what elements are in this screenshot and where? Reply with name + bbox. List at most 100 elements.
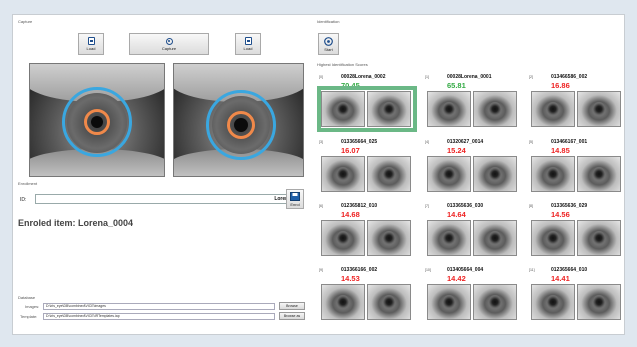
result-index: [7]	[425, 204, 429, 208]
iris-thumbnail	[577, 91, 621, 127]
iris-thumbnail	[427, 284, 471, 320]
iris-thumbnail	[473, 284, 517, 320]
result-item[interactable]: [8] 013365636_029 14.56	[527, 202, 625, 262]
result-score: 65.81	[447, 81, 466, 90]
result-score: 16.86	[551, 81, 570, 90]
result-score: 14.85	[551, 146, 570, 155]
iris-thumbnail	[321, 220, 365, 256]
left-eye-image	[29, 63, 165, 177]
result-name: 00028Lorena_0001	[447, 74, 492, 80]
result-name: 012365812_010	[341, 203, 378, 209]
result-item[interactable]: [10] 013405664_004 14.42	[423, 266, 521, 326]
enrollment-section-label: Enrollment	[18, 181, 38, 186]
iris-thumbnail	[531, 156, 575, 192]
best-match-highlight	[317, 86, 417, 132]
enrol-button[interactable]: Enrol	[286, 189, 304, 209]
result-item[interactable]: [5] 013466167_001 14.85	[527, 138, 625, 198]
template-label: Template:	[20, 314, 38, 319]
load-left-button[interactable]: Load	[78, 33, 104, 55]
start-button[interactable]: Start	[318, 33, 339, 55]
iris-thumbnail	[367, 156, 411, 192]
load-left-label: Load	[86, 46, 96, 51]
enrolled-message: Enroled item: Lorena_0004	[18, 218, 134, 228]
iris-thumbnail	[577, 284, 621, 320]
template-path-field[interactable]: D:\iris_eye\DB\combined\VICE\IRTemplates…	[43, 313, 275, 320]
enrol-label: Enrol	[290, 201, 300, 207]
iris-thumbnail	[473, 156, 517, 192]
identification-section-label: Identification	[317, 19, 340, 24]
result-item[interactable]: [4] 01320627_0014 15.24	[423, 138, 521, 198]
id-input[interactable]: Lorena	[35, 194, 295, 204]
load-right-label: Load	[243, 46, 253, 51]
result-name: 013365664_025	[341, 139, 378, 145]
result-name: 013466586_002	[551, 74, 588, 80]
app-window: Capture Load Capture Load Enrollment ID:…	[12, 14, 625, 335]
result-index: [3]	[319, 140, 323, 144]
result-score: 14.56	[551, 210, 570, 219]
result-score: 16.07	[341, 146, 360, 155]
result-name: 00028Lorena_0002	[341, 74, 386, 80]
result-name: 012365664_010	[551, 267, 588, 273]
result-item[interactable]: [2] 013466586_002 16.86	[527, 73, 625, 133]
iris-thumbnail	[367, 220, 411, 256]
result-score: 14.41	[551, 274, 570, 283]
save-icon	[290, 191, 300, 201]
iris-thumbnail	[531, 284, 575, 320]
result-index: [0]	[319, 75, 323, 79]
iris-thumbnail	[577, 156, 621, 192]
iris-thumbnail	[577, 220, 621, 256]
result-name: 01320627_0014	[447, 139, 484, 145]
start-label: Start	[324, 46, 333, 52]
camera-icon	[165, 37, 173, 45]
result-index: [5]	[529, 140, 533, 144]
images-path-field[interactable]: D:\iris_eye\DB\combined\VICE\images	[43, 303, 275, 310]
target-icon	[324, 36, 333, 46]
result-name: 013365636_030	[447, 203, 484, 209]
iris-thumbnail	[473, 91, 517, 127]
iris-thumbnail	[427, 220, 471, 256]
result-score: 14.53	[341, 274, 360, 283]
result-score: 14.64	[447, 210, 466, 219]
result-item[interactable]: [6] 012365812_010 14.68	[317, 202, 415, 262]
iris-thumbnail	[427, 156, 471, 192]
result-name: 013405664_004	[447, 267, 484, 273]
result-name: 013366166_002	[341, 267, 378, 273]
pupil	[234, 118, 248, 132]
capture-button[interactable]: Capture	[129, 33, 209, 55]
result-name: 013466167_001	[551, 139, 588, 145]
browse-images-button[interactable]: Browse	[279, 302, 305, 310]
result-index: [10]	[425, 268, 431, 272]
result-item[interactable]: [3] 013365664_025 16.07	[317, 138, 415, 198]
result-index: [6]	[319, 204, 323, 208]
pupil	[91, 116, 103, 128]
browse-template-button[interactable]: Browse as	[279, 312, 305, 320]
result-index: [9]	[319, 268, 323, 272]
images-label: Images:	[25, 304, 40, 309]
capture-label: Capture	[161, 45, 177, 51]
right-eye-image	[173, 63, 304, 177]
result-score: 14.68	[341, 210, 360, 219]
result-name: 013365636_029	[551, 203, 588, 209]
load-file-icon	[87, 37, 95, 45]
iris-thumbnail	[321, 156, 365, 192]
result-item[interactable]: [11] 012365664_010 14.41	[527, 266, 625, 326]
result-item[interactable]: [9] 013366166_002 14.53	[317, 266, 415, 326]
result-index: [8]	[529, 204, 533, 208]
iris-thumbnail	[427, 91, 471, 127]
result-index: [11]	[529, 268, 535, 272]
result-index: [1]	[425, 75, 429, 79]
result-score: 15.24	[447, 146, 466, 155]
capture-section-label: Capture	[18, 19, 33, 24]
result-index: [4]	[425, 140, 429, 144]
iris-thumbnail	[531, 220, 575, 256]
load-right-button[interactable]: Load	[235, 33, 261, 55]
result-index: [2]	[529, 75, 533, 79]
iris-thumbnail	[367, 284, 411, 320]
result-item[interactable]: [1] 00028Lorena_0001 65.81	[423, 73, 521, 133]
result-score: 14.42	[447, 274, 466, 283]
iris-thumbnail	[473, 220, 517, 256]
load-file-icon	[244, 37, 252, 45]
id-label: ID:	[20, 197, 27, 203]
iris-thumbnail	[531, 91, 575, 127]
result-item[interactable]: [7] 013365636_030 14.64	[423, 202, 521, 262]
